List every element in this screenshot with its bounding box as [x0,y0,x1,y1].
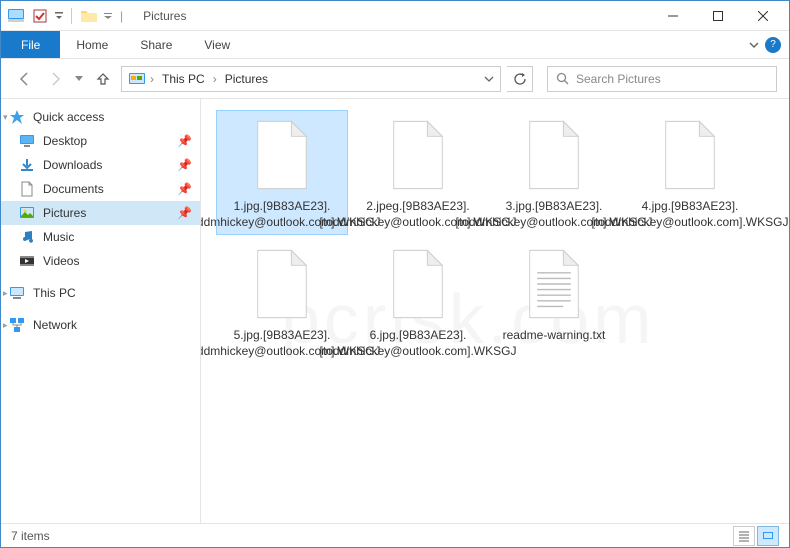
breadcrumb-sep[interactable]: › [213,72,217,86]
file-grid: 1.jpg.[9B83AE23].[toddmhickey@outlook.co… [217,111,773,363]
sidebar-label: Network [33,318,192,332]
music-icon [19,229,35,245]
qat-dropdown-icon[interactable] [53,5,65,27]
chevron-right-icon[interactable]: ▸ [3,320,8,331]
back-button[interactable] [13,67,37,91]
sidebar-item-desktop[interactable]: Desktop 📌 [1,129,200,153]
large-icons-view-button[interactable] [757,526,779,546]
sidebar-quick-access[interactable]: ▾ Quick access [1,105,200,129]
titlebar: | Pictures [1,1,789,31]
quick-access-toolbar [5,5,114,27]
chevron-right-icon[interactable]: ▸ [3,288,8,299]
maximize-button[interactable] [695,1,740,31]
search-input[interactable]: Search Pictures [547,66,777,92]
up-button[interactable] [91,67,115,91]
sidebar-item-downloads[interactable]: Downloads 📌 [1,153,200,177]
tab-home[interactable]: Home [60,31,124,58]
chevron-down-icon[interactable]: ▾ [3,112,8,123]
file-item[interactable]: 4.jpg.[9B83AE23].[toddmhickey@outlook.co… [625,111,755,234]
sidebar-network[interactable]: ▸ Network [1,313,200,337]
file-icon [247,244,317,324]
breadcrumb-pictures[interactable]: Pictures [221,70,272,88]
sidebar-item-videos[interactable]: Videos [1,249,200,273]
pin-icon: 📌 [177,206,192,220]
file-icon [519,115,589,195]
sidebar-item-label: Downloads [43,158,169,172]
pin-icon: 📌 [177,158,192,172]
file-item[interactable]: readme-warning.txt [489,240,619,363]
forward-button[interactable] [43,67,67,91]
item-count: 7 items [11,529,50,543]
sidebar-item-pictures[interactable]: Pictures 📌 [1,201,200,225]
minimize-button[interactable] [650,1,695,31]
file-icon [519,244,589,324]
star-icon [9,109,25,125]
file-icon [383,244,453,324]
file-tab[interactable]: File [1,31,60,58]
videos-icon [19,253,35,269]
qat-separator [71,8,72,24]
file-item[interactable]: 6.jpg.[9B83AE23].[toddmhickey@outlook.co… [353,240,483,363]
breadcrumb-sep[interactable]: › [150,72,154,86]
sidebar-item-label: Documents [43,182,169,196]
pictures-icon [19,205,35,221]
file-name-label: 6.jpg.[9B83AE23].[toddmhickey@outlook.co… [320,328,517,359]
file-icon [383,115,453,195]
qat-chevron-icon[interactable] [102,5,114,27]
this-pc-icon [9,285,25,301]
breadcrumb-this-pc[interactable]: This PC [158,70,209,88]
sidebar-item-label: Desktop [43,134,169,148]
tab-share[interactable]: Share [124,31,188,58]
sidebar-label: This PC [33,286,192,300]
sidebar-item-documents[interactable]: Documents 📌 [1,177,200,201]
details-view-button[interactable] [733,526,755,546]
titlebar-separator: | [120,9,123,23]
address-dropdown-icon[interactable] [484,75,494,83]
folder-small-icon[interactable] [78,5,100,27]
address-folder-icon [128,71,146,87]
sidebar-item-label: Videos [43,254,192,268]
ribbon-expand-icon[interactable] [749,40,759,50]
sidebar-item-music[interactable]: Music [1,225,200,249]
explorer-icon [5,5,27,27]
pin-icon: 📌 [177,182,192,196]
navigation-bar: › This PC › Pictures Search Pictures [1,59,789,99]
sidebar-item-label: Music [43,230,192,244]
address-bar[interactable]: › This PC › Pictures [121,66,501,92]
network-icon [9,317,25,333]
file-icon [655,115,725,195]
sidebar-this-pc[interactable]: ▸ This PC [1,281,200,305]
file-icon [247,115,317,195]
file-name-label: 4.jpg.[9B83AE23].[toddmhickey@outlook.co… [592,199,789,230]
window-controls [650,1,785,31]
tab-view[interactable]: View [188,31,246,58]
help-icon[interactable]: ? [765,37,781,53]
content-pane[interactable]: 1.jpg.[9B83AE23].[toddmhickey@outlook.co… [201,99,789,523]
file-name-label: readme-warning.txt [503,328,606,344]
documents-icon [19,181,35,197]
search-placeholder: Search Pictures [576,72,661,86]
navigation-pane: ▾ Quick access Desktop 📌 Downloads 📌 Doc… [1,99,201,523]
close-button[interactable] [740,1,785,31]
recent-dropdown-icon[interactable] [73,67,85,91]
ribbon: File Home Share View ? [1,31,789,59]
refresh-button[interactable] [507,66,533,92]
properties-icon[interactable] [29,5,51,27]
sidebar-item-label: Pictures [43,206,169,220]
status-bar: 7 items [1,523,789,547]
sidebar-label: Quick access [33,110,192,124]
search-icon [556,72,570,86]
pin-icon: 📌 [177,134,192,148]
desktop-icon [19,133,35,149]
downloads-icon [19,157,35,173]
window-title: Pictures [143,9,186,23]
